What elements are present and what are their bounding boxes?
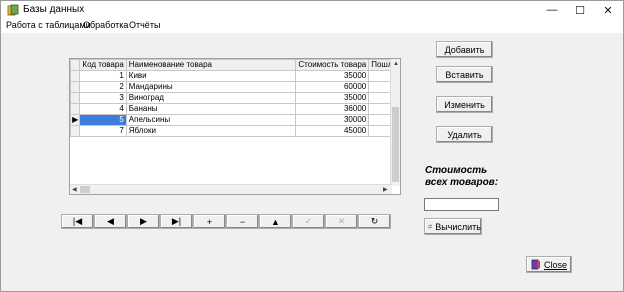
table-row[interactable]: 2 Мандарины 60000 [70,81,400,93]
cell-code[interactable]: 3 [79,92,127,104]
cell-code[interactable]: 1 [79,70,127,82]
cell-name[interactable]: Киви [125,70,297,82]
row-pointer-icon[interactable]: ▶ [70,114,81,126]
cell-name[interactable]: Виноград [125,92,297,104]
close-button[interactable]: Close [526,256,572,273]
cell-name[interactable]: Апельсины [125,114,297,126]
cell-price[interactable]: 36000 [295,103,370,115]
menu-processing[interactable]: Обработка [83,20,128,30]
cell-price[interactable]: 45000 [295,125,370,137]
menu-tables[interactable]: Работа с таблицами [6,20,91,30]
menu-reports[interactable]: Отчёты [129,20,160,30]
nav-refresh-button[interactable]: ↻ [358,214,391,229]
row-indicator[interactable] [70,70,81,82]
delete-button[interactable]: Удалить [436,126,493,143]
nav-cancel-button[interactable]: ✕ [325,214,358,229]
row-indicator[interactable] [70,103,81,115]
cell-code[interactable]: 4 [79,103,127,115]
nav-prior-button[interactable]: ◀ [94,214,127,229]
horizontal-scrollbar[interactable]: ◀ ▶ [70,184,392,194]
refresh-icon [428,224,432,229]
table-row[interactable]: 4 Бананы 36000 [70,103,400,115]
header-indicator [70,59,81,71]
total-cost-label: Стоимость всех товаров: [425,165,498,189]
menu-bar: Работа с таблицами Обработка Отчёты [1,19,623,33]
cell-name[interactable]: Бананы [125,103,297,115]
cell-name[interactable]: Мандарины [125,81,297,93]
column-header-name[interactable]: Наименование товара [125,59,297,71]
nav-next-button[interactable]: ▶ [127,214,160,229]
door-exit-icon [531,259,540,270]
cell-name[interactable]: Яблоки [125,125,297,137]
horizontal-scroll-thumb[interactable] [80,186,90,193]
grid-header-row: Код товара Наименование товара Стоимость… [70,59,400,71]
data-grid[interactable]: Код товара Наименование товара Стоимость… [69,58,401,195]
table-row[interactable]: 7 Яблоки 45000 [70,125,400,137]
app-icon [7,4,19,16]
grid-table: Код товара Наименование товара Стоимость… [70,59,400,137]
nav-last-button[interactable]: ▶| [160,214,193,229]
scroll-right-icon[interactable]: ▶ [383,186,388,194]
cell-price[interactable]: 35000 [295,70,370,82]
cell-price[interactable]: 35000 [295,92,370,104]
total-cost-label-line2: всех товаров: [425,177,499,188]
edit-button[interactable]: Изменить [436,96,493,113]
total-cost-field[interactable] [424,198,499,211]
total-cost-label-line1: Стоимость [425,165,488,176]
cell-price[interactable]: 30000 [295,114,370,126]
calculate-button[interactable]: Вычислить [424,218,482,235]
cell-price[interactable]: 60000 [295,81,370,93]
title-bar: Базы данных — ☐ ✕ [1,1,623,19]
nav-delete-button[interactable]: − [226,214,259,229]
row-indicator[interactable] [70,81,81,93]
column-header-price[interactable]: Стоимость товара [295,59,370,71]
maximize-icon[interactable]: ☐ [567,1,593,19]
nav-insert-button[interactable]: + [193,214,226,229]
minimize-icon[interactable]: — [539,1,565,19]
cell-code[interactable]: 5 [79,114,127,126]
nav-post-button[interactable]: ✓ [292,214,325,229]
insert-button[interactable]: Вставить [436,66,493,83]
nav-first-button[interactable]: |◀ [61,214,94,229]
nav-edit-button[interactable]: ▲ [259,214,292,229]
vertical-scrollbar[interactable]: ▲ [390,59,400,186]
table-row[interactable]: 3 Виноград 35000 [70,92,400,104]
cell-code[interactable]: 7 [79,125,127,137]
row-indicator[interactable] [70,92,81,104]
window-title: Базы данных [23,4,85,15]
calculate-button-label: Вычислить [435,221,481,232]
close-button-label: Close [543,259,567,270]
cell-code[interactable]: 2 [79,81,127,93]
column-header-code[interactable]: Код товара [79,59,127,71]
scroll-up-icon[interactable]: ▲ [393,60,399,68]
vertical-scroll-thumb[interactable] [392,107,399,182]
row-indicator[interactable] [70,125,81,137]
close-window-icon[interactable]: ✕ [595,1,621,19]
table-row[interactable]: 1 Киви 35000 [70,70,400,82]
main-window: Базы данных — ☐ ✕ Работа с таблицами Обр… [0,0,624,292]
add-button[interactable]: Добавить [436,41,493,58]
scroll-left-icon[interactable]: ◀ [72,186,77,194]
table-row-selected[interactable]: ▶ 5 Апельсины 30000 [70,114,400,126]
